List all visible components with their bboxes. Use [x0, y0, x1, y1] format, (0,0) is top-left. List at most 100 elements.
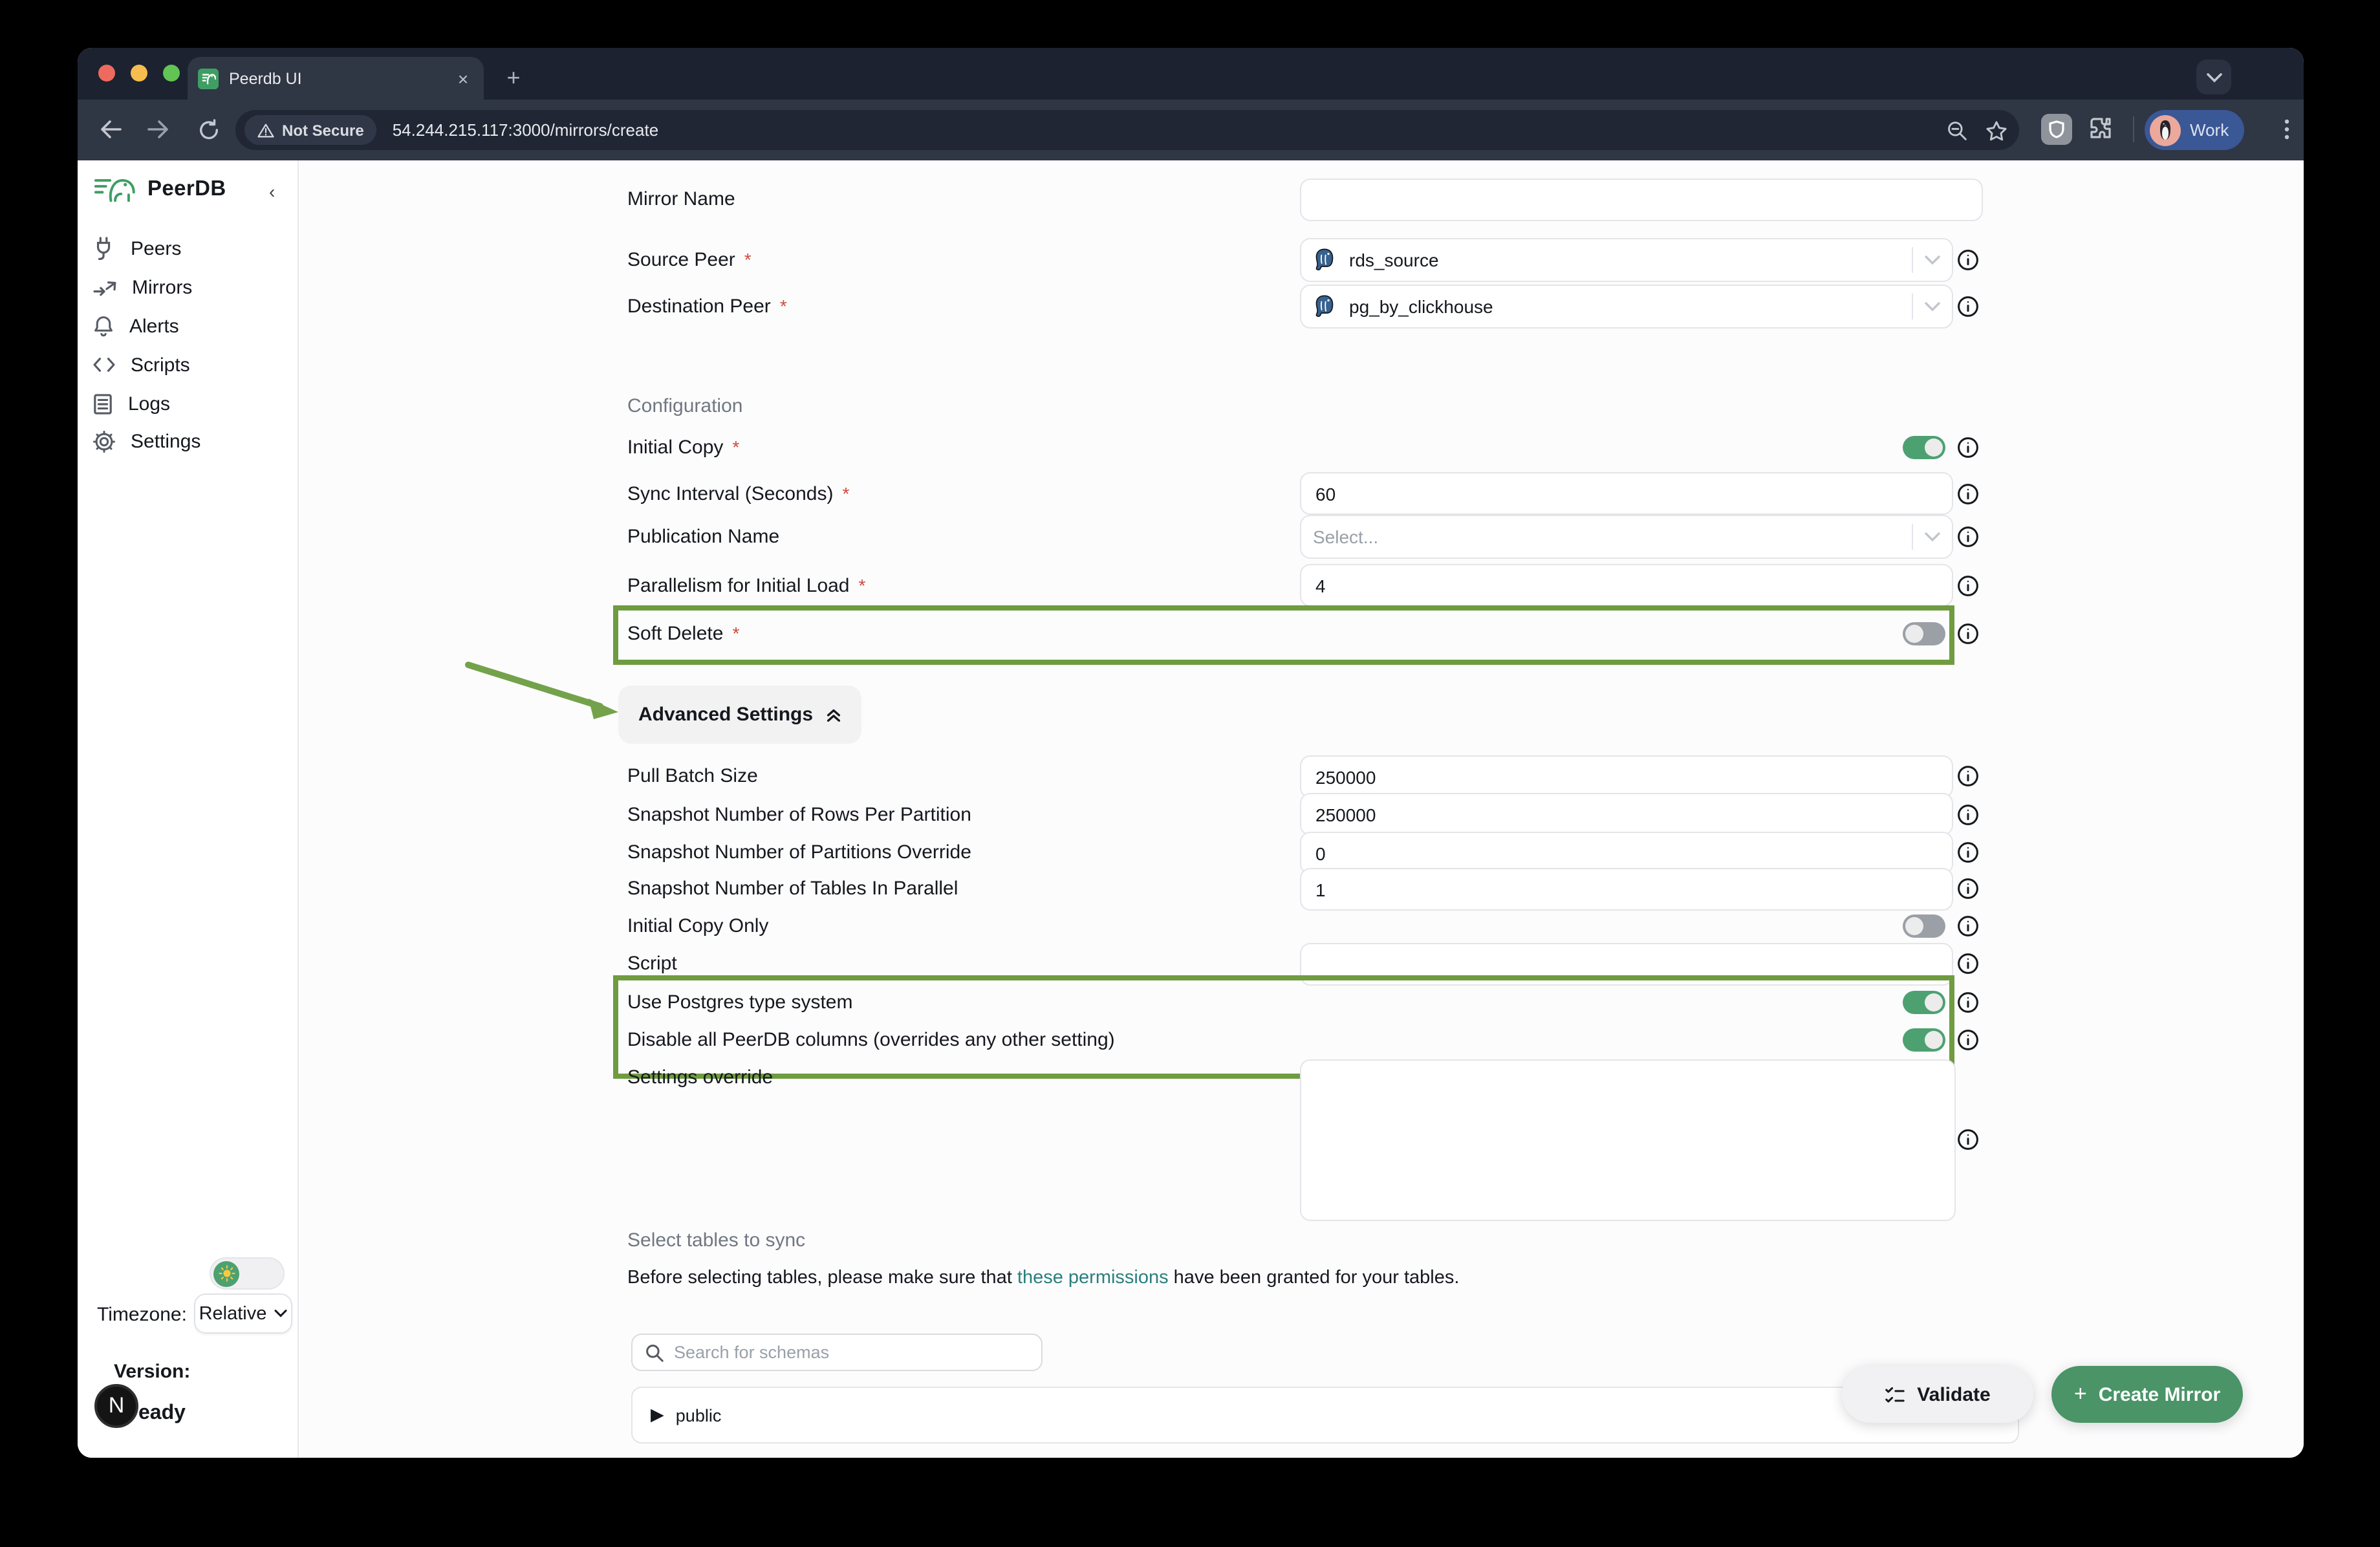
destination-peer-select[interactable]: pg_by_clickhouse — [1300, 285, 1953, 329]
advanced-settings-label: Advanced Settings — [638, 704, 813, 726]
mirror-arrows-icon — [93, 277, 116, 297]
create-mirror-label: Create Mirror — [2099, 1383, 2220, 1405]
schema-search-placeholder: Search for schemas — [674, 1343, 829, 1362]
snapshot-tables-label: Snapshot Number of Tables In Parallel — [627, 878, 958, 900]
browser-toolbar: Not Secure 54.244.215.117:3000/mirrors/c… — [78, 100, 2304, 160]
snapshot-rows-input[interactable] — [1300, 793, 1953, 836]
url-text: 54.244.215.117:3000/mirrors/create — [393, 120, 1942, 140]
info-icon[interactable] — [1957, 953, 1979, 975]
info-icon[interactable] — [1957, 296, 1979, 318]
plug-icon — [93, 237, 115, 260]
script-label: Script — [627, 953, 677, 975]
expand-triangle-icon[interactable]: ▶ — [651, 1405, 664, 1425]
soft-delete-highlight-box — [613, 605, 1954, 665]
sidebar-item-alerts[interactable]: Alerts — [93, 310, 179, 341]
maximize-window-button[interactable] — [163, 65, 180, 81]
light-mode-sun-icon — [213, 1260, 239, 1286]
sidebar-item-settings[interactable]: Settings — [93, 426, 200, 457]
screen: Peerdb UI × + Not Secure — [0, 0, 2380, 1547]
create-mirror-button[interactable]: + Create Mirror — [2051, 1366, 2243, 1423]
chevron-down-icon[interactable] — [1913, 301, 1952, 312]
parallelism-input[interactable] — [1300, 564, 1953, 607]
schema-row-public[interactable]: ▶ public — [631, 1387, 2019, 1444]
snapshot-tables-input[interactable] — [1300, 868, 1953, 911]
info-icon[interactable] — [1957, 526, 1979, 548]
permissions-link[interactable]: these permissions — [1017, 1268, 1169, 1288]
tab-search-button[interactable] — [2196, 60, 2231, 94]
info-icon[interactable] — [1957, 575, 1979, 597]
info-icon[interactable] — [1957, 915, 1979, 937]
minimize-window-button[interactable] — [131, 65, 147, 81]
info-icon[interactable] — [1957, 878, 1979, 900]
reload-button[interactable] — [194, 115, 222, 144]
browser-tab[interactable]: Peerdb UI × — [188, 57, 484, 100]
security-chip[interactable]: Not Secure — [244, 115, 377, 145]
sidebar-item-peers[interactable]: Peers — [93, 233, 181, 264]
sidebar-item-mirrors[interactable]: Mirrors — [93, 272, 192, 303]
validate-button[interactable]: Validate — [1842, 1366, 2033, 1423]
initial-copy-only-toggle[interactable] — [1903, 914, 1945, 938]
sidebar-item-logs[interactable]: Logs — [93, 388, 170, 419]
nextjs-dev-badge[interactable]: N — [94, 1384, 138, 1428]
brand-name: PeerDB — [147, 177, 226, 201]
back-button[interactable] — [96, 115, 124, 144]
disable-columns-label: Disable all PeerDB columns (overrides an… — [627, 1029, 1115, 1051]
chevron-down-icon[interactable] — [1913, 255, 1952, 265]
chevron-down-icon[interactable] — [1913, 532, 1952, 542]
zoom-page-icon[interactable] — [1942, 114, 1973, 146]
password-extension-icon[interactable] — [2041, 114, 2072, 145]
ready-text: eady — [138, 1402, 186, 1425]
disable-columns-toggle[interactable] — [1903, 1028, 1945, 1052]
timezone-select[interactable]: Relative — [194, 1293, 292, 1334]
theme-toggle[interactable] — [210, 1257, 285, 1290]
source-peer-select[interactable]: rds_source — [1300, 238, 1953, 282]
schema-search[interactable]: Search for schemas — [631, 1334, 1043, 1371]
info-icon[interactable] — [1957, 623, 1979, 645]
schema-name: public — [676, 1405, 722, 1425]
publication-placeholder: Select... — [1313, 526, 1912, 547]
advanced-settings-button[interactable]: Advanced Settings — [618, 686, 861, 744]
close-window-button[interactable] — [98, 65, 115, 81]
extensions-icon[interactable] — [2088, 115, 2114, 141]
select-tables-title: Select tables to sync — [627, 1229, 805, 1251]
sidebar-item-label: Settings — [131, 430, 200, 452]
pull-batch-size-input[interactable] — [1300, 755, 1953, 798]
sidebar-item-label: Scripts — [131, 354, 190, 376]
info-icon[interactable] — [1957, 841, 1979, 863]
source-peer-value: rds_source — [1349, 250, 1912, 270]
parallelism-label: Parallelism for Initial Load* — [627, 575, 865, 597]
use-postgres-toggle[interactable] — [1903, 991, 1945, 1014]
publication-name-select[interactable]: Select... — [1300, 515, 1953, 559]
initial-copy-toggle[interactable] — [1903, 436, 1945, 459]
info-icon[interactable] — [1957, 765, 1979, 787]
info-icon[interactable] — [1957, 249, 1979, 271]
sync-interval-input[interactable] — [1300, 472, 1953, 515]
info-icon[interactable] — [1957, 991, 1979, 1013]
info-icon[interactable] — [1957, 804, 1979, 826]
required-asterisk: * — [732, 623, 739, 644]
settings-override-textarea[interactable] — [1300, 1059, 1956, 1221]
mirror-name-input[interactable] — [1300, 178, 1983, 221]
bookmark-star-icon[interactable] — [1980, 114, 2011, 146]
info-icon[interactable] — [1957, 1029, 1979, 1051]
sidebar-collapse-icon[interactable]: ‹ — [269, 181, 275, 202]
info-icon[interactable] — [1957, 1129, 1979, 1151]
browser-menu-icon[interactable] — [2273, 115, 2301, 144]
sidebar-item-scripts[interactable]: Scripts — [93, 349, 190, 380]
profile-chip[interactable]: Work — [2145, 110, 2244, 150]
info-icon[interactable] — [1957, 437, 1979, 459]
forward-button[interactable] — [145, 115, 173, 144]
initial-copy-label: Initial Copy* — [627, 437, 739, 459]
toolbar-divider — [2133, 116, 2134, 142]
profile-label: Work — [2190, 120, 2229, 140]
new-tab-button[interactable]: + — [498, 62, 529, 93]
tab-strip: Peerdb UI × + — [78, 48, 2304, 100]
address-bar[interactable]: Not Secure 54.244.215.117:3000/mirrors/c… — [235, 110, 2019, 150]
create-mirror-form: Mirror Name Source Peer* rds_source Dest… — [299, 160, 2304, 1458]
bell-icon — [93, 314, 114, 338]
tab-close-icon[interactable]: × — [453, 68, 473, 89]
sidebar-item-label: Mirrors — [132, 276, 192, 298]
soft-delete-toggle[interactable] — [1903, 622, 1945, 645]
snapshot-partitions-label: Snapshot Number of Partitions Override — [627, 841, 971, 863]
info-icon[interactable] — [1957, 483, 1979, 505]
